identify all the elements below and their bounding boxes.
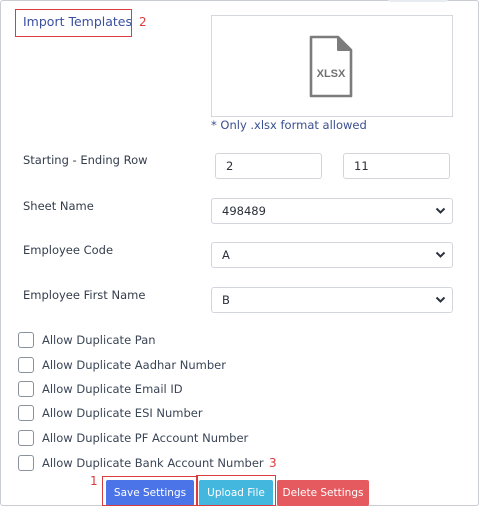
- sheet-name-label: Sheet Name: [23, 199, 94, 213]
- import-templates-title: Import Templates: [23, 14, 133, 29]
- annotation-box-save: [102, 476, 198, 506]
- employee-code-value: A: [222, 248, 230, 262]
- ending-row-input[interactable]: 11: [343, 153, 450, 179]
- allow-duplicate-aadhar-checkbox[interactable]: [18, 357, 34, 373]
- panel-tab-edge: [388, 0, 448, 2]
- delete-settings-button[interactable]: Delete Settings: [277, 480, 369, 506]
- sheet-name-select[interactable]: 498489: [211, 198, 453, 224]
- row-range-label: Starting - Ending Row: [23, 153, 148, 167]
- allow-duplicate-email-row[interactable]: Allow Duplicate Email ID: [18, 380, 183, 398]
- employee-code-select[interactable]: A: [211, 242, 453, 268]
- allow-duplicate-esi-label: Allow Duplicate ESI Number: [42, 406, 203, 420]
- allow-duplicate-email-label: Allow Duplicate Email ID: [42, 382, 183, 396]
- format-note: * Only .xlsx format allowed: [211, 118, 367, 132]
- employee-code-label: Employee Code: [23, 243, 114, 257]
- allow-duplicate-bank-row[interactable]: Allow Duplicate Bank Account Number: [18, 454, 264, 472]
- annotation-number-2: 2: [139, 15, 147, 29]
- sheet-name-value: 498489: [222, 204, 266, 218]
- allow-duplicate-esi-row[interactable]: Allow Duplicate ESI Number: [18, 404, 203, 422]
- allow-duplicate-pf-row[interactable]: Allow Duplicate PF Account Number: [18, 429, 248, 447]
- employee-first-name-select[interactable]: B: [211, 287, 453, 313]
- employee-first-name-value: B: [222, 293, 230, 307]
- allow-duplicate-esi-checkbox[interactable]: [18, 405, 34, 421]
- allow-duplicate-pan-row[interactable]: Allow Duplicate Pan: [18, 331, 156, 349]
- allow-duplicate-pf-label: Allow Duplicate PF Account Number: [42, 431, 249, 445]
- file-upload-dropzone[interactable]: XLSX: [211, 15, 453, 117]
- allow-duplicate-aadhar-label: Allow Duplicate Aadhar Number: [42, 358, 226, 372]
- annotation-box-upload: [196, 475, 276, 506]
- xlsx-icon-label: XLSX: [317, 68, 346, 80]
- chevron-down-icon: [435, 296, 446, 303]
- employee-first-name-label: Employee First Name: [23, 288, 146, 302]
- allow-duplicate-pan-label: Allow Duplicate Pan: [42, 333, 156, 347]
- xlsx-file-icon: XLSX: [309, 35, 353, 98]
- allow-duplicate-bank-checkbox[interactable]: [18, 455, 34, 471]
- allow-duplicate-pf-checkbox[interactable]: [18, 430, 34, 446]
- starting-row-input[interactable]: 2: [215, 153, 322, 179]
- annotation-number-1: 1: [90, 474, 98, 488]
- chevron-down-icon: [435, 251, 446, 258]
- allow-duplicate-bank-label: Allow Duplicate Bank Account Number: [42, 456, 264, 470]
- allow-duplicate-aadhar-row[interactable]: Allow Duplicate Aadhar Number: [18, 356, 226, 374]
- chevron-down-icon: [435, 207, 446, 214]
- allow-duplicate-email-checkbox[interactable]: [18, 381, 34, 397]
- allow-duplicate-pan-checkbox[interactable]: [18, 332, 34, 348]
- annotation-number-3: 3: [269, 456, 277, 470]
